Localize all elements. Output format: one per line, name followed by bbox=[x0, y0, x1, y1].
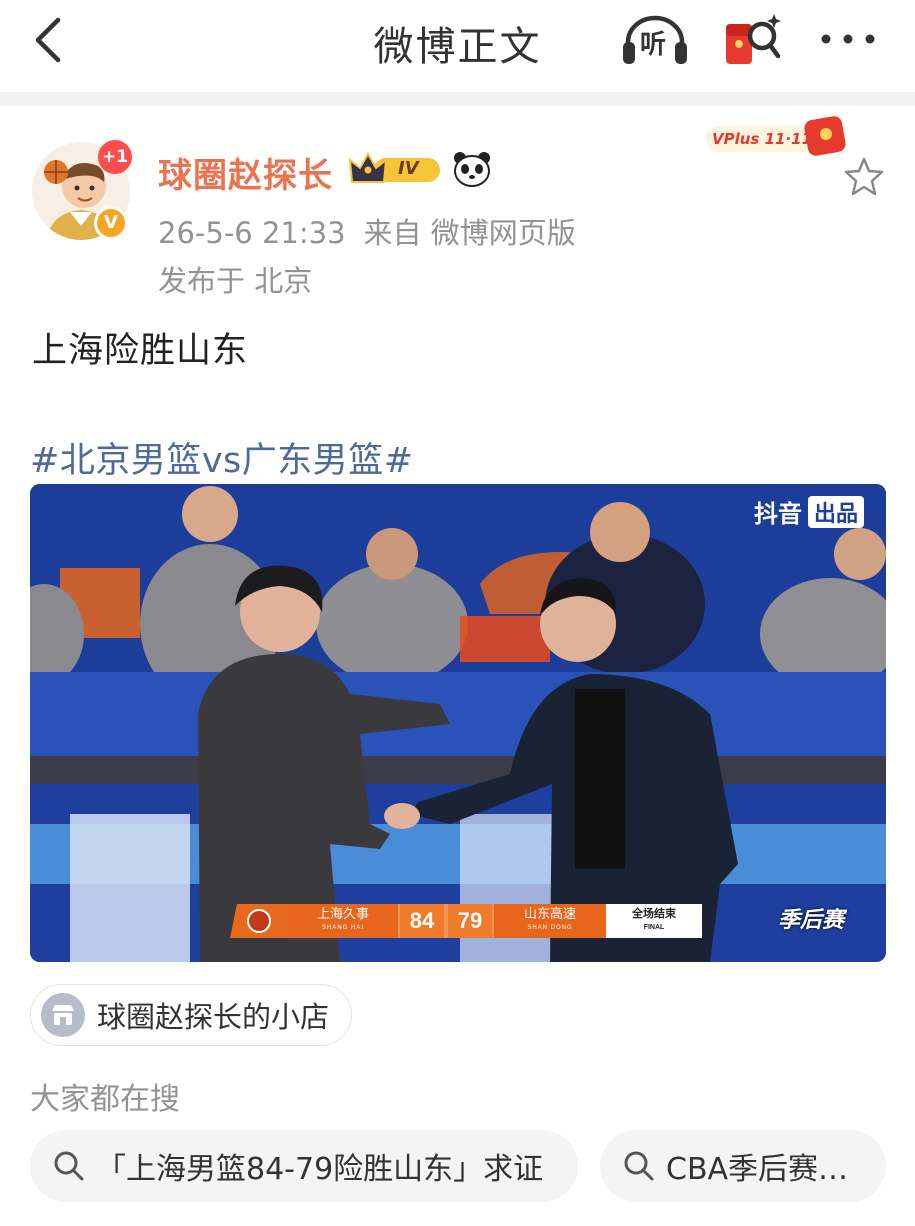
home-team: 上海久事 SHANG HAI bbox=[288, 904, 398, 938]
store-link[interactable]: 球圈赵探长的小店 bbox=[30, 984, 352, 1046]
vip-level-badge[interactable]: IV bbox=[348, 150, 444, 188]
watermark-app: 抖音 bbox=[753, 500, 802, 528]
crown-icon bbox=[348, 151, 440, 183]
favorite-star-icon[interactable] bbox=[844, 156, 884, 196]
scoreboard: 上海久事 SHANG HAI 84 79 山东高速 SHAN DONG 全场结束… bbox=[230, 904, 744, 938]
listen-label: 听 bbox=[640, 30, 667, 60]
trending-title: 大家都在搜 bbox=[30, 1082, 180, 1117]
post-text: 上海险胜山东 bbox=[32, 331, 249, 371]
red-packet-icon bbox=[726, 14, 781, 64]
playoffs-logo: 季后赛 bbox=[778, 908, 845, 933]
home-team-name: 上海久事 bbox=[316, 906, 369, 921]
game-photo bbox=[30, 484, 886, 962]
store-label: 球圈赵探长的小店 bbox=[97, 1000, 330, 1034]
verified-badge: V bbox=[94, 206, 128, 240]
watermark-tag: 出品 bbox=[807, 495, 864, 528]
game-status-text: 全场结束 bbox=[632, 908, 676, 920]
vplus-label: VPlus 11·11 bbox=[712, 130, 813, 148]
more-icon[interactable] bbox=[818, 22, 878, 56]
away-team: 山东高速 SHAN DONG bbox=[494, 904, 606, 938]
douyin-watermark: 抖音 出品 bbox=[754, 494, 864, 529]
away-score: 79 bbox=[446, 904, 494, 938]
vip-level-text: IV bbox=[398, 158, 419, 179]
home-team-en: SHANG HAI bbox=[321, 925, 364, 931]
post-image[interactable]: 抖音 出品 上海久事 SHANG HAI 84 79 山东高速 SHAN DON… bbox=[30, 484, 886, 962]
store-icon bbox=[41, 993, 85, 1037]
game-status: 全场结束 FINAL bbox=[606, 904, 702, 938]
away-team-en: SHAN DONG bbox=[527, 925, 573, 931]
search-icon bbox=[54, 1151, 84, 1181]
trending-search-item[interactable]: 「上海男篮84-79险胜山东」求证 bbox=[30, 1130, 578, 1202]
panda-icon bbox=[452, 150, 492, 188]
topic-link[interactable]: #北京男篮vs广东男篮# bbox=[30, 432, 414, 483]
away-team-name: 山东高速 bbox=[523, 906, 576, 921]
trending-search-label: CBA季后赛… bbox=[666, 1152, 849, 1187]
cba-logo-icon bbox=[230, 904, 288, 938]
top-nav-bar: 微博正文 听 bbox=[0, 0, 915, 92]
post-timestamp: 26-5-6 21:33 bbox=[158, 216, 346, 250]
red-packet-button[interactable] bbox=[722, 10, 786, 70]
vplus-badge[interactable]: VPlus 11·11 bbox=[706, 112, 854, 164]
trending-search-label: 「上海男篮84-79险胜山东」求证 bbox=[96, 1152, 544, 1187]
listen-button[interactable]: 听 bbox=[620, 12, 690, 68]
notification-badge: +1 bbox=[98, 140, 132, 174]
post-meta: 26-5-6 21:33 来自 微博网页版 bbox=[158, 210, 594, 252]
trending-search-item[interactable]: CBA季后赛… bbox=[600, 1130, 886, 1202]
post-source: 来自 微博网页版 bbox=[363, 216, 576, 250]
nav-divider bbox=[0, 92, 915, 106]
home-score: 84 bbox=[398, 904, 446, 938]
post-location: 发布于 北京 bbox=[158, 264, 313, 298]
game-status-en: FINAL bbox=[643, 924, 665, 931]
author-name[interactable]: 球圈赵探长 bbox=[158, 148, 333, 197]
search-icon bbox=[624, 1151, 654, 1181]
